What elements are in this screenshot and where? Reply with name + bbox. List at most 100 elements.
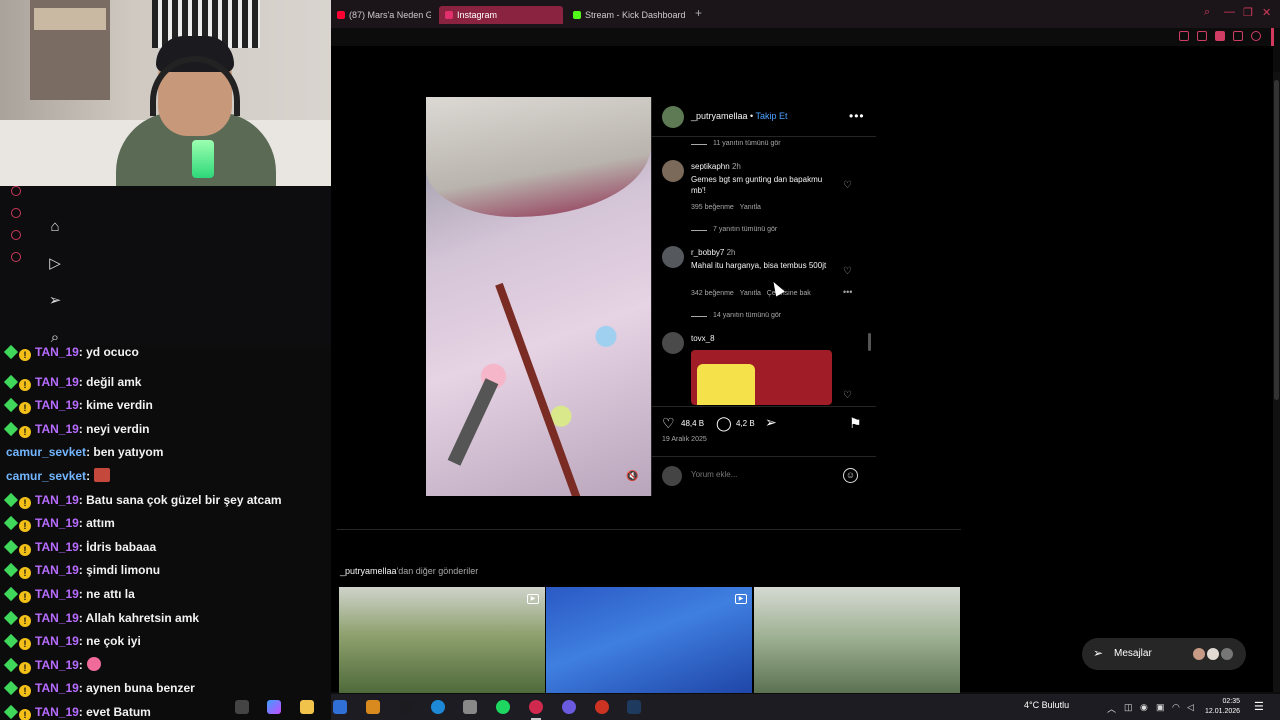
emoji-icon[interactable]: ☺ xyxy=(843,468,858,483)
like-comment-icon[interactable]: ♡ xyxy=(843,390,852,401)
chat-username[interactable]: TAN_19 xyxy=(35,422,79,436)
chat-username[interactable]: camur_sevket xyxy=(6,445,86,459)
screenshot-icon[interactable] xyxy=(1197,31,1207,41)
comment-text: Mahal itu harganya, bisa tembus 500jt xyxy=(691,261,827,270)
chat-username[interactable]: TAN_19 xyxy=(35,540,79,554)
grid-post[interactable] xyxy=(754,587,960,693)
view-replies[interactable]: 14 yanıtın tümünü gör xyxy=(713,312,781,319)
task-view-icon[interactable] xyxy=(235,700,249,714)
weather-widget[interactable]: 4°C Bulutlu xyxy=(1024,700,1069,710)
commenter-avatar[interactable] xyxy=(662,332,684,354)
chat-username[interactable]: TAN_19 xyxy=(35,516,79,530)
sidebar-toggle[interactable] xyxy=(1271,28,1274,46)
chat-username[interactable]: TAN_19 xyxy=(35,398,79,412)
like-comment-icon[interactable]: ♡ xyxy=(843,180,852,191)
new-tab-button[interactable]: + xyxy=(695,6,702,20)
taskbar-clock[interactable]: 02:35 12.01.2026 xyxy=(1205,697,1240,717)
comment-likes[interactable]: 342 beğenme xyxy=(691,290,734,297)
comment-likes[interactable]: 395 beğenme xyxy=(691,204,734,211)
gift-badge-icon xyxy=(3,610,19,626)
play-icon[interactable] xyxy=(1233,31,1243,41)
more-posts-user[interactable]: _putryamellaa xyxy=(340,566,397,576)
like-comment-icon[interactable]: ♡ xyxy=(843,266,852,277)
spotify-icon[interactable] xyxy=(496,700,510,714)
comment-author[interactable]: tovx_8 xyxy=(691,334,715,343)
author-username[interactable]: _putryamellaa xyxy=(691,111,748,121)
chat-username[interactable]: TAN_19 xyxy=(35,634,79,648)
tab-instagram[interactable]: Instagram xyxy=(439,6,563,24)
page-scrollbar[interactable] xyxy=(1273,72,1280,692)
tray-icon[interactable]: ▣ xyxy=(1156,702,1165,713)
grid-post[interactable] xyxy=(339,587,545,693)
search-icon[interactable]: ⌕ xyxy=(1204,6,1210,19)
chat-emote xyxy=(94,468,111,482)
tab-kick-dashboard[interactable]: Stream - Kick Dashboard xyxy=(567,6,691,24)
view-replies[interactable]: 11 yanıtın tümünü gör xyxy=(713,140,781,147)
reels-icon[interactable]: ▷ xyxy=(45,254,65,274)
reply-button[interactable]: Yanıtla xyxy=(740,290,761,297)
volume-icon[interactable]: ◁ xyxy=(1187,702,1194,713)
chat-username[interactable]: TAN_19 xyxy=(35,375,79,389)
home-icon[interactable]: ⌂ xyxy=(45,217,65,237)
heart-icon[interactable] xyxy=(1251,31,1261,41)
comment-options-icon[interactable]: ••• xyxy=(843,287,852,297)
commenter-avatar[interactable] xyxy=(662,160,684,182)
copilot-icon[interactable] xyxy=(267,700,281,714)
edge-icon[interactable] xyxy=(431,700,445,714)
mute-icon[interactable]: 🔇 xyxy=(626,471,640,485)
obs-icon[interactable] xyxy=(595,700,609,714)
app-icon[interactable] xyxy=(399,700,413,714)
wifi-icon[interactable]: ◠ xyxy=(1172,702,1180,713)
chat-username[interactable]: TAN_19 xyxy=(35,345,79,359)
comment-gif[interactable] xyxy=(691,350,832,405)
rail-dot-icon[interactable] xyxy=(11,186,21,196)
rail-dot-icon[interactable] xyxy=(11,208,21,218)
discord-icon[interactable] xyxy=(562,700,576,714)
follow-button[interactable]: Takip Et xyxy=(756,111,788,121)
view-replies[interactable]: 7 yanıtın tümünü gör xyxy=(713,226,777,233)
post-video[interactable] xyxy=(426,97,651,496)
opera-gx-icon[interactable] xyxy=(529,700,543,714)
tab-youtube[interactable]: (87) Mars'a Neden Gitme xyxy=(331,6,431,24)
bookmark-icon[interactable]: ⚑ xyxy=(849,415,862,432)
like-icon[interactable]: ♡ xyxy=(662,415,675,432)
tray-icon[interactable]: ◉ xyxy=(1140,702,1148,713)
gift-badge-icon xyxy=(3,562,19,578)
rail-dot-icon[interactable] xyxy=(11,252,21,262)
store-icon[interactable] xyxy=(463,700,477,714)
outlook-icon[interactable] xyxy=(333,700,347,714)
chat-username[interactable]: TAN_19 xyxy=(35,611,79,625)
left-navigation-rail: ⌂ ▷ ➢ ⌕ xyxy=(0,186,331,358)
share-icon[interactable]: ➢ xyxy=(765,414,777,431)
commenter-avatar[interactable] xyxy=(662,246,684,268)
app-icon[interactable] xyxy=(366,700,380,714)
maximize-icon[interactable]: ❐ xyxy=(1243,6,1253,19)
rail-dot-icon[interactable] xyxy=(11,230,21,240)
chat-username[interactable]: camur_sevket xyxy=(6,469,86,483)
comments-scrollbar[interactable] xyxy=(868,333,871,351)
avatar xyxy=(1192,647,1206,661)
send-icon[interactable]: ➢ xyxy=(45,291,65,311)
comment-icon[interactable]: ◯ xyxy=(716,415,732,432)
author-avatar[interactable] xyxy=(662,106,684,128)
shield-icon[interactable] xyxy=(1215,31,1225,41)
chat-username[interactable]: TAN_19 xyxy=(35,587,79,601)
more-options-icon[interactable]: ••• xyxy=(849,109,865,123)
reply-button[interactable]: Yanıtla xyxy=(740,204,761,211)
tray-icon[interactable]: ◫ xyxy=(1124,702,1133,713)
file-explorer-icon[interactable] xyxy=(300,700,314,714)
minimize-icon[interactable]: — xyxy=(1224,6,1235,18)
grid-post[interactable] xyxy=(546,587,752,693)
chat-username[interactable]: TAN_19 xyxy=(35,563,79,577)
chat-username[interactable]: TAN_19 xyxy=(35,681,79,695)
notification-icon[interactable]: ☰ xyxy=(1254,700,1264,713)
pin-icon[interactable] xyxy=(1179,31,1189,41)
tray-expand-icon[interactable]: ︿ xyxy=(1107,702,1116,715)
steam-icon[interactable] xyxy=(627,700,641,714)
chat-username[interactable]: TAN_19 xyxy=(35,493,79,507)
chat-username[interactable]: TAN_19 xyxy=(35,658,79,672)
chat-username[interactable]: TAN_19 xyxy=(35,705,79,719)
close-icon[interactable]: ✕ xyxy=(1262,6,1271,19)
chat-message: ! TAN_19: aynen buna benzer xyxy=(3,678,195,698)
comment-input[interactable] xyxy=(691,470,831,479)
